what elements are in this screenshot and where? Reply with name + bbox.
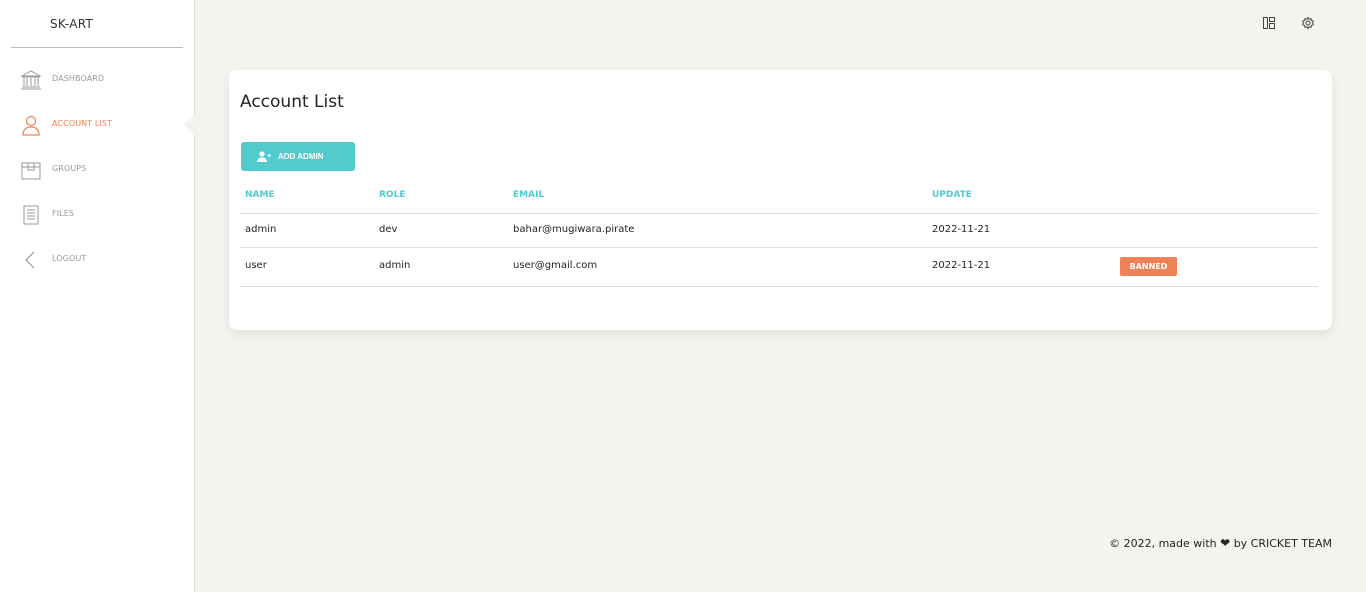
layout-icon[interactable] [1262, 16, 1276, 30]
sidebar-item-label: FILES [52, 209, 75, 218]
footer-suffix: by CRICKET TEAM [1233, 537, 1332, 550]
add-admin-button[interactable]: ADD ADMIN [241, 142, 355, 171]
sidebar-item-label: ACCOUNT LIST [52, 119, 113, 128]
status-badge: BANNED [1120, 257, 1177, 276]
cell-email: bahar@mugiwara.pirate [513, 224, 635, 235]
cell-update: 2022-11-21 [932, 260, 991, 271]
cell-name: user [245, 260, 267, 271]
sidebar-item-label: GROUPS [52, 164, 87, 173]
cell-role: dev [379, 224, 398, 235]
sidebar-item-groups[interactable]: GROUPS [0, 148, 194, 193]
gear-icon[interactable] [1301, 16, 1315, 30]
cell-role: admin [379, 260, 411, 271]
chevron-left-icon [25, 251, 35, 269]
sidebar-item-dashboard[interactable]: DASHBOARD [0, 58, 194, 103]
box-icon [21, 162, 41, 180]
row-divider [240, 286, 1318, 287]
sidebar-item-label: LOGOUT [52, 254, 87, 263]
document-icon [23, 205, 39, 225]
cell-name: admin [245, 224, 277, 235]
column-header-name: NAME [245, 190, 275, 200]
active-caret [184, 114, 195, 136]
row-divider [240, 247, 1318, 248]
user-icon [22, 115, 40, 136]
brand-title[interactable]: SK-ART [50, 17, 93, 31]
column-header-update: UPDATE [932, 190, 972, 200]
bank-icon [20, 70, 42, 90]
add-user-icon [257, 151, 271, 162]
column-header-role: ROLE [379, 190, 406, 200]
cell-email: user@gmail.com [513, 260, 598, 271]
sidebar-item-label: DASHBOARD [52, 74, 105, 83]
footer: © 2022, made with ❤ by CRICKET TEAM [1109, 536, 1332, 550]
sidebar: SK-ART DASHBOARD ACCOUNT LIST GROUPS FIL… [0, 0, 195, 592]
add-admin-label: ADD ADMIN [278, 152, 324, 161]
footer-prefix: © 2022, made with [1109, 537, 1217, 550]
account-list-card: Account List ADD ADMIN NAME ROLE EMAIL U… [229, 70, 1332, 330]
cell-update: 2022-11-21 [932, 224, 991, 235]
page-title: Account List [240, 92, 344, 112]
column-header-email: EMAIL [513, 190, 545, 200]
sidebar-item-files[interactable]: FILES [0, 193, 194, 238]
sidebar-item-account-list[interactable]: ACCOUNT LIST [0, 103, 194, 148]
sidebar-item-logout[interactable]: LOGOUT [0, 238, 194, 283]
header-divider [240, 213, 1318, 214]
brand: SK-ART [11, 0, 183, 48]
heart-icon: ❤ [1220, 536, 1231, 550]
